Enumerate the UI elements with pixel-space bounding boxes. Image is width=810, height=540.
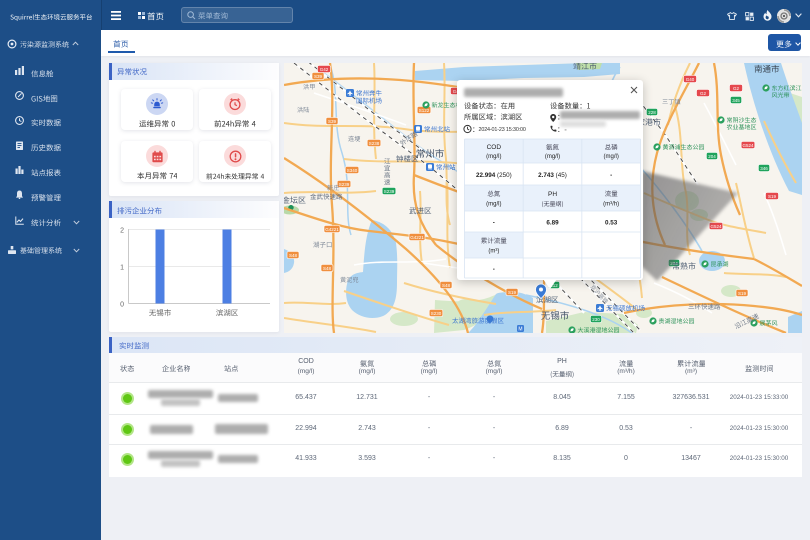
svg-text:G4221: G4221 xyxy=(325,227,339,232)
svg-text:S238: S238 xyxy=(369,141,380,146)
svg-text:(mg/l): (mg/l) xyxy=(486,154,501,160)
svg-text:228: 228 xyxy=(648,110,656,115)
svg-text:S122: S122 xyxy=(419,108,430,113)
svg-text:G40: G40 xyxy=(686,77,695,82)
svg-text:COD: COD xyxy=(487,144,502,151)
svg-text:0: 0 xyxy=(120,302,124,309)
svg-text:(m³): (m³) xyxy=(488,249,499,255)
svg-text:(mg/l): (mg/l) xyxy=(486,202,501,208)
svg-text:(mg/l): (mg/l) xyxy=(603,154,618,160)
svg-text:S39: S39 xyxy=(328,119,337,124)
svg-text:S19: S19 xyxy=(508,290,517,295)
svg-text:S230: S230 xyxy=(431,311,442,316)
svg-text:G2: G2 xyxy=(700,91,707,96)
svg-text:(mg/l): (mg/l) xyxy=(545,154,560,160)
svg-text:S48: S48 xyxy=(289,253,298,258)
svg-text:G4221: G4221 xyxy=(410,235,424,240)
svg-text:M: M xyxy=(518,327,522,333)
svg-text:-: - xyxy=(493,220,495,227)
svg-text:S19: S19 xyxy=(768,194,777,199)
svg-text:-: - xyxy=(493,266,495,273)
svg-text:PH: PH xyxy=(548,191,557,198)
svg-text:2024-01-23 15:30:00: 2024-01-23 15:30:00 xyxy=(479,127,526,133)
svg-text:6.89: 6.89 xyxy=(546,220,559,227)
svg-text:S48: S48 xyxy=(323,266,332,271)
svg-text:2.743 (45): 2.743 (45) xyxy=(538,172,567,179)
svg-text:S239: S239 xyxy=(339,182,350,187)
svg-text:230: 230 xyxy=(592,317,600,322)
svg-text:-: - xyxy=(610,172,612,179)
svg-text:G524: G524 xyxy=(742,143,754,148)
svg-text:(m³/h): (m³/h) xyxy=(603,202,619,208)
svg-text:S340: S340 xyxy=(347,168,358,173)
svg-text:S39: S39 xyxy=(314,74,323,79)
svg-text:204: 204 xyxy=(708,154,716,159)
svg-text:S48: S48 xyxy=(442,283,451,288)
svg-text:G42: G42 xyxy=(320,67,329,72)
svg-text:22.994 (250): 22.994 (250) xyxy=(476,172,512,179)
svg-text:G2: G2 xyxy=(733,86,740,91)
svg-text:1: 1 xyxy=(120,265,124,272)
svg-text:S239: S239 xyxy=(384,189,395,194)
svg-text:345: 345 xyxy=(732,98,740,103)
svg-text:0.53: 0.53 xyxy=(605,220,618,227)
svg-text:2: 2 xyxy=(120,228,124,235)
